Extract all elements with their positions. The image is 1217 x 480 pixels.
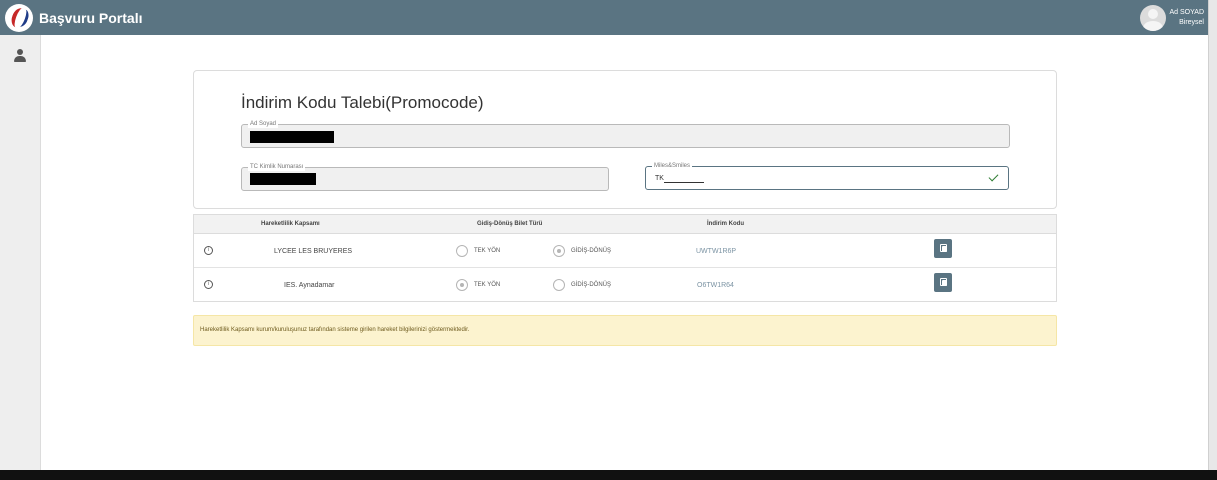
copy-code-button[interactable] [934, 273, 952, 292]
miles-smiles-field[interactable]: Miles&Smiles TK [645, 162, 1009, 190]
tek-yon-label[interactable]: TEK YÖN [474, 282, 500, 288]
indirim-kodu-cell: UWTW1R6P [696, 248, 737, 255]
miles-smiles-value: TK [655, 175, 664, 182]
header-bilet-turu: Gidiş-Dönüş Bilet Türü [477, 221, 543, 227]
info-icon[interactable]: i [204, 246, 213, 255]
user-name: Ad SOYAD [1169, 8, 1205, 16]
redacted-value [250, 131, 334, 143]
header-kapsam: Hareketlilik Kapsamı [261, 221, 320, 227]
user-icon[interactable] [14, 49, 26, 63]
promocode-form-card: İndirim Kodu Talebi(Promocode) Ad Soyad … [193, 70, 1057, 209]
notice-text: Hareketlilik Kapsamı kurum/kuruluşunuz t… [200, 327, 470, 333]
info-icon[interactable]: i [204, 280, 213, 289]
app-title[interactable]: Başvuru Portalı [39, 10, 142, 26]
kapsam-cell: IES. Aynadamar [284, 282, 335, 289]
tek-yon-radio[interactable] [456, 279, 468, 291]
indirim-kodu-cell: O6TW1R64 [697, 282, 734, 289]
check-icon [988, 171, 999, 182]
bottom-bar [0, 470, 1217, 480]
avatar-icon[interactable] [1139, 4, 1166, 31]
tek-yon-radio[interactable] [456, 245, 468, 257]
input-underline [664, 182, 704, 183]
kapsam-cell: LYCEE LES BRUYERES [274, 248, 353, 255]
user-role: Bireysel [1179, 18, 1204, 26]
user-info[interactable]: Ad SOYAD Bireysel [1170, 8, 1205, 28]
tc-kimlik-field[interactable]: TC Kimlik Numarası [241, 163, 609, 191]
gidis-donus-radio[interactable] [553, 279, 565, 291]
table-row: i LYCEE LES BRUYERES TEK YÖN GİDİŞ-DÖNÜŞ… [194, 234, 1056, 268]
copy-code-button[interactable] [934, 239, 952, 258]
tc-kimlik-label: TC Kimlik Numarası [248, 163, 306, 171]
table-row: i IES. Aynadamar TEK YÖN GİDİŞ-DÖNÜŞ O6T… [194, 268, 1056, 301]
ad-soyad-label: Ad Soyad [248, 120, 279, 128]
gidis-donus-label[interactable]: GİDİŞ-DÖNÜŞ [571, 282, 611, 288]
portal-logo-icon[interactable] [5, 3, 33, 32]
miles-smiles-label: Miles&Smiles [652, 162, 693, 170]
table-header: Hareketlilik Kapsamı Gidiş-Dönüş Bilet T… [194, 215, 1056, 234]
top-navbar: Başvuru Portalı Ad SOYAD Bireysel [0, 0, 1209, 35]
page-title: İndirim Kodu Talebi(Promocode) [241, 93, 484, 112]
sidebar [0, 35, 41, 470]
tek-yon-label[interactable]: TEK YÖN [474, 248, 500, 254]
redacted-value [250, 173, 316, 185]
gidis-donus-radio[interactable] [553, 245, 565, 257]
gidis-donus-label[interactable]: GİDİŞ-DÖNÜŞ [571, 248, 611, 254]
promocode-table: Hareketlilik Kapsamı Gidiş-Dönüş Bilet T… [193, 214, 1057, 302]
ad-soyad-field[interactable]: Ad Soyad [241, 120, 1010, 148]
info-notice: Hareketlilik Kapsamı kurum/kuruluşunuz t… [193, 315, 1057, 346]
header-indirim-kodu: İndirim Kodu [707, 221, 744, 227]
scrollbar[interactable] [1208, 0, 1217, 470]
user-menu[interactable]: Ad SOYAD Bireysel [1139, 0, 1205, 35]
